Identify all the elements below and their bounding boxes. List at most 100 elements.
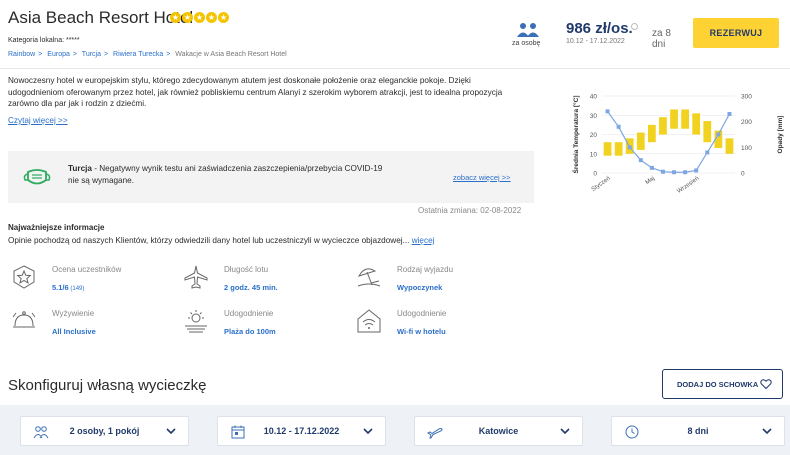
feature-value[interactable]: 5.1/6 (149) <box>52 283 84 292</box>
y-tick-label: 0 <box>593 171 597 178</box>
y2-tick-label: 100 <box>741 145 752 152</box>
feature-value: Plaża do 100m <box>224 327 276 336</box>
participants-value: 2 osoby, 1 pokój <box>69 426 140 436</box>
feature-board: Wyżywienie All Inclusive <box>10 307 170 347</box>
y-tick-label: 10 <box>590 151 598 158</box>
temperature-bar <box>636 132 645 150</box>
x-tick-label: Maj <box>645 176 656 186</box>
price-block: za osobę 986 zł/os. 10.12 - 17.12.2022 z… <box>508 18 683 58</box>
y2-tick-label: 200 <box>741 119 752 126</box>
wifi-house-icon <box>357 309 381 333</box>
temperature-bar <box>670 109 678 129</box>
star-icon: ★ <box>182 12 193 23</box>
key-info-description: Opinie pochodzą od naszych Klientów, któ… <box>8 236 434 245</box>
temperature-bar <box>703 121 712 143</box>
precipitation-point <box>683 170 688 175</box>
per-person-label: za osobę <box>512 40 541 47</box>
star-icon: ★ <box>170 12 181 23</box>
temperature-bar <box>603 142 612 156</box>
precipitation-point <box>727 111 732 116</box>
feature-label: Udogodnienie <box>397 309 447 318</box>
read-more-link[interactable]: Czytaj więcej >> <box>8 116 68 125</box>
chevron-down-icon <box>762 428 772 435</box>
x-tick-label: Styczeń <box>591 176 612 193</box>
sun-sea-icon <box>185 310 207 333</box>
feature-flight-length: Długość lotu 2 godz. 45 min. <box>182 263 342 303</box>
persons-icon <box>517 23 539 37</box>
add-to-stash-button[interactable]: DODAJ DO SCHOWKA <box>662 369 783 399</box>
hotel-description: Nowoczesny hotel w europejskim stylu, kt… <box>8 76 503 108</box>
local-category: Kategoria lokalna: ***** <box>8 37 80 44</box>
covid-info-box: Turcja - Negatywny wynik testu ani zaświ… <box>8 151 534 203</box>
reserve-button[interactable]: REZERWUJ <box>693 18 779 48</box>
precipitation-point <box>616 124 621 129</box>
feature-trip-type: Rodzaj wyjazdu Wypoczynek <box>355 263 515 303</box>
precipitation-point <box>672 170 677 175</box>
feature-value: Wypoczynek <box>397 283 443 292</box>
feature-value: Wi-fi w hotelu <box>397 327 446 336</box>
breadcrumb-rainbow[interactable]: Rainbow <box>8 51 35 58</box>
y2-tick-label: 300 <box>741 94 752 101</box>
breadcrumb-europe[interactable]: Europa <box>47 51 70 58</box>
key-info-more-link[interactable]: więcej <box>412 236 435 245</box>
covid-text: Turcja - Negatywny wynik testu ani zaświ… <box>68 163 388 187</box>
airplane-icon <box>184 265 208 289</box>
y-tick-label: 20 <box>590 132 598 139</box>
hotel-stars: ★ ★ ★ ★ ★ <box>170 9 230 23</box>
precipitation-point <box>694 168 699 173</box>
y-tick-label: 40 <box>590 94 598 101</box>
climate-chart: 0 10 20 30 40 0 100 200 300 Średnia Temperatura [… <box>571 94 784 195</box>
temperature-bar <box>725 138 734 154</box>
info-icon[interactable] <box>631 23 638 30</box>
breadcrumb-turkey[interactable]: Turcja <box>82 51 101 58</box>
star-icon: ★ <box>218 12 229 23</box>
hotel-title: Asia Beach Resort Hotel <box>8 8 194 27</box>
precipitation-point <box>627 145 632 150</box>
precipitation-point <box>716 132 721 137</box>
chevron-down-icon <box>560 428 570 435</box>
feature-label: Udogodnienie <box>224 309 274 318</box>
beach-umbrella-icon <box>357 268 381 287</box>
temperature-bar <box>659 117 667 135</box>
covid-country: Turcja <box>68 164 92 173</box>
breadcrumb-turkish-riviera[interactable]: Riwiera Turecka <box>113 51 163 58</box>
dates-dropdown[interactable]: 10.12 - 17.12.2022 <box>217 416 386 446</box>
last-change-date: Ostatnia zmiana: 02-08-2022 <box>418 206 522 215</box>
breadcrumb: Rainbow > Europa > Turcja > Riwiera Turecka… <box>8 51 287 58</box>
breadcrumb-current: Wakacje w Asia Beach Resort Hotel <box>175 51 287 58</box>
participants-dropdown[interactable]: 2 osoby, 1 pokój <box>20 416 189 446</box>
star-icon: ★ <box>194 12 205 23</box>
departure-dropdown[interactable]: Katowice <box>414 416 583 446</box>
precipitation-point <box>605 109 610 114</box>
precipitation-point <box>649 165 654 170</box>
x-tick-label: Wrzesień <box>677 176 701 195</box>
feature-label: Ocena uczestników <box>52 265 122 274</box>
precipitation-point <box>638 158 643 163</box>
feature-label: Rodzaj wyjazdu <box>397 265 454 274</box>
chevron-down-icon <box>166 428 176 435</box>
trip-days: za 8 dni <box>652 28 671 50</box>
chevron-down-icon <box>363 428 373 435</box>
duration-dropdown[interactable]: 8 dni <box>611 416 785 446</box>
temperature-bar <box>647 124 656 143</box>
duration-value: 8 dni <box>687 426 709 436</box>
key-info-text: Opinie pochodzą od naszych Klientów, któ… <box>8 236 410 245</box>
y-tick-label: 30 <box>590 113 598 120</box>
temperature-bar <box>681 109 690 129</box>
rating-star-icon <box>13 265 35 289</box>
star-icon: ★ <box>206 12 217 23</box>
key-info-title: Najważniejsze informacje <box>8 223 105 232</box>
price-dates: 10.12 - 17.12.2022 <box>566 38 625 45</box>
rating-count: (149) <box>68 286 85 292</box>
header-divider <box>0 68 790 69</box>
precipitation-point <box>705 150 710 155</box>
price: 986 zł/os. <box>566 20 633 37</box>
feature-label: Długość lotu <box>224 265 269 274</box>
y-axis-label: Średnia Temperatura [°C] <box>571 96 580 174</box>
feature-value: All Inclusive <box>52 327 96 336</box>
covid-more-link[interactable]: zobacz więcej >> <box>453 173 511 182</box>
feature-wifi: Udogodnienie Wi-fi w hotelu <box>355 307 515 347</box>
y2-axis-label: Opady [mm] <box>777 116 784 154</box>
departure-value: Katowice <box>478 426 519 436</box>
rating-value: 5.1/6 <box>52 283 69 292</box>
